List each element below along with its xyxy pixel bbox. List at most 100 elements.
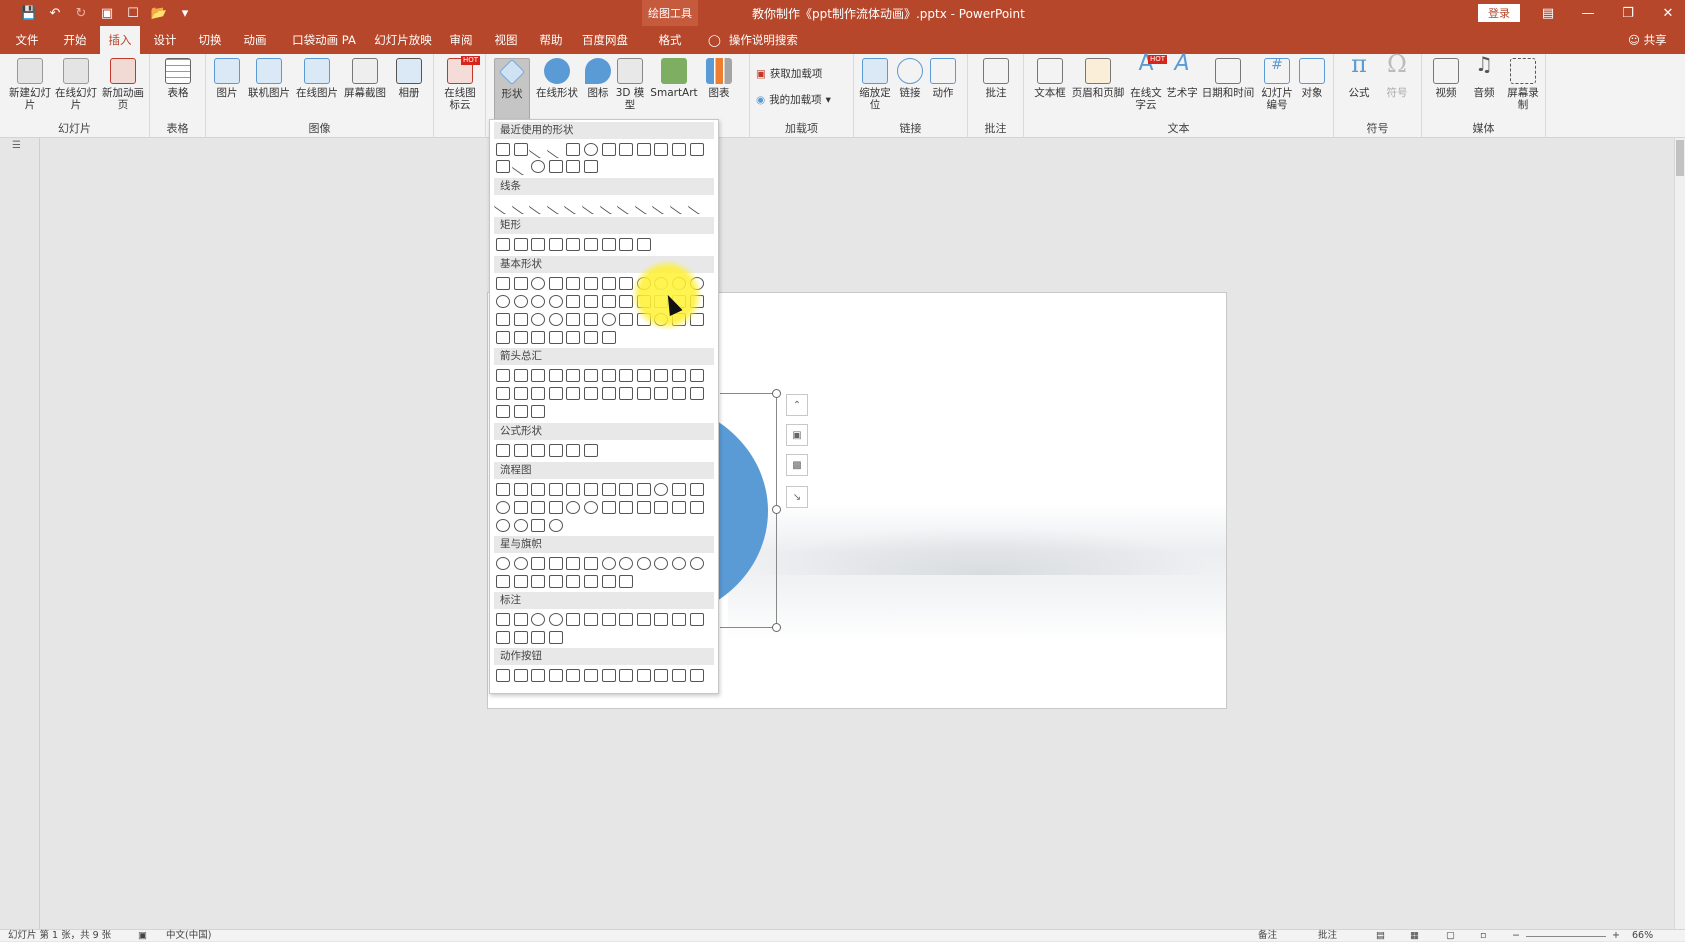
tab-file[interactable]: 文件 — [12, 26, 42, 54]
recent-shapes-row[interactable] — [496, 157, 598, 176]
new-icon[interactable]: ☐ — [122, 4, 144, 22]
online-slide-button[interactable]: 在线幻灯片 — [54, 58, 98, 111]
album-button[interactable]: 相册 — [394, 58, 424, 99]
link-button[interactable]: 链接 — [896, 58, 924, 99]
symbol-button[interactable]: Ω 符号 — [1380, 52, 1414, 99]
callouts-row[interactable] — [496, 631, 563, 644]
filter-options-icon[interactable]: ↘ — [786, 486, 808, 508]
my-addins-button[interactable]: ◉ 我的加载项 ▾ — [756, 92, 831, 107]
equation-button[interactable]: π 公式 — [1342, 52, 1376, 99]
tab-view[interactable]: 视图 — [489, 26, 523, 54]
save-icon[interactable]: 💾 — [18, 4, 40, 22]
zoom-slider[interactable] — [1526, 936, 1606, 937]
object-button[interactable]: 对象 — [1296, 58, 1328, 99]
flowchart-row[interactable] — [496, 519, 563, 532]
resize-handle[interactable] — [772, 623, 781, 632]
new-anim-page-button[interactable]: 新加动画页 — [100, 58, 146, 111]
datetime-button[interactable]: 日期和时间 — [1200, 58, 1256, 99]
audio-button[interactable]: ♫ 音频 — [1466, 54, 1502, 99]
new-slide-button[interactable]: 新建幻灯片 — [8, 58, 52, 111]
tab-pocket-animation[interactable]: 口袋动画 PA — [286, 26, 362, 54]
normal-view-icon[interactable]: ▤ — [1376, 930, 1385, 942]
share-button[interactable]: ☺ 共享 — [1628, 32, 1667, 48]
slideshow-view-icon[interactable]: ▫ — [1480, 930, 1486, 942]
vertical-scrollbar[interactable] — [1674, 138, 1685, 929]
resize-handle[interactable] — [772, 505, 781, 514]
textbox-button[interactable]: 文本框 — [1032, 58, 1068, 99]
callouts-row[interactable] — [496, 613, 704, 626]
equation-shapes-row[interactable] — [496, 444, 598, 457]
undo-icon[interactable]: ↶ — [44, 4, 66, 22]
icons-button[interactable]: 图标 — [584, 58, 612, 99]
zoom-level[interactable]: 66% — [1632, 930, 1653, 942]
recent-shapes-row[interactable] — [496, 140, 704, 159]
action-buttons-row[interactable] — [496, 669, 704, 682]
get-addins-button[interactable]: ▣ 获取加载项 — [756, 66, 822, 81]
customize-icon[interactable]: ▾ — [174, 4, 196, 22]
screen-record-button[interactable]: 屏幕录制 — [1504, 58, 1542, 111]
tab-help[interactable]: 帮助 — [534, 26, 568, 54]
notes-button[interactable]: 备注 — [1258, 930, 1277, 942]
zoom-button[interactable]: 缩放定位 — [856, 58, 894, 111]
shapes-button[interactable]: 形状 — [494, 58, 530, 124]
basic-shapes-row[interactable] — [496, 331, 616, 344]
tab-transitions[interactable]: 切换 — [193, 26, 227, 54]
tab-insert[interactable]: 插入 — [100, 26, 140, 54]
online-picture-button[interactable]: 联机图片 — [246, 58, 292, 99]
banners-row[interactable] — [496, 575, 634, 588]
tab-design[interactable]: 设计 — [148, 26, 182, 54]
online-icon-cloud-button[interactable]: HOT 在线图标云 — [440, 56, 480, 111]
tell-me-search[interactable]: ◯ 操作说明搜索 — [708, 32, 798, 48]
video-button[interactable]: 视频 — [1428, 58, 1464, 99]
zoom-out-icon[interactable]: − — [1512, 930, 1520, 942]
tab-slideshow[interactable]: 幻灯片放映 — [372, 26, 434, 54]
tab-format[interactable]: 格式 — [650, 26, 690, 54]
online-image-button[interactable]: 在线图片 — [294, 58, 340, 99]
style-options-icon[interactable]: ▣ — [786, 424, 808, 446]
online-shapes-button[interactable]: 在线形状 — [534, 58, 580, 99]
slide-number-button[interactable]: # 幻灯片编号 — [1258, 58, 1296, 111]
screenshot-button[interactable]: 屏幕截图 — [342, 58, 388, 99]
zoom-in-icon[interactable]: + — [1612, 930, 1620, 942]
start-presentation-icon[interactable]: ▣ — [96, 4, 118, 22]
header-footer-button[interactable]: 页眉和页脚 — [1070, 58, 1126, 99]
stars-row[interactable] — [496, 557, 704, 570]
minimize-icon[interactable]: — — [1568, 2, 1608, 24]
tab-review[interactable]: 审阅 — [444, 26, 478, 54]
table-button[interactable]: 表格 — [158, 58, 198, 99]
layout-options-icon[interactable]: ⌃ — [786, 394, 808, 416]
resize-handle[interactable] — [772, 389, 781, 398]
redo-icon[interactable]: ↻ — [70, 4, 92, 22]
wordart-button[interactable]: A 艺术字 — [1164, 53, 1200, 100]
tab-animations[interactable]: 动画 — [238, 26, 272, 54]
restore-icon[interactable]: ❐ — [1608, 2, 1648, 24]
ribbon-display-icon[interactable]: ▤ — [1528, 2, 1568, 24]
tab-home[interactable]: 开始 — [58, 26, 92, 54]
close-icon[interactable]: ✕ — [1648, 2, 1685, 24]
arrows-row[interactable] — [496, 405, 546, 418]
action-button[interactable]: 动作 — [928, 58, 958, 99]
login-button[interactable]: 登录 — [1478, 4, 1520, 22]
online-wordcloud-button[interactable]: A HOT 在线文字云 — [1128, 53, 1167, 111]
comment-button[interactable]: 批注 — [978, 58, 1014, 99]
open-icon[interactable]: 📂 — [148, 4, 170, 22]
model3d-button[interactable]: 3D 模型 — [614, 58, 646, 111]
arrows-row[interactable] — [496, 387, 704, 400]
collapse-icon[interactable]: ☰ — [12, 140, 21, 151]
picture-button[interactable]: 图片 — [212, 58, 242, 99]
smartart-button[interactable]: SmartArt — [648, 58, 700, 99]
flowchart-row[interactable] — [496, 501, 704, 514]
tab-baidu[interactable]: 百度网盘 — [580, 26, 630, 54]
rectangles-row[interactable] — [496, 238, 651, 251]
language-status[interactable]: 中文(中国) — [166, 930, 211, 942]
flowchart-row[interactable] — [496, 483, 704, 496]
chart-button[interactable]: 图表 — [702, 58, 736, 99]
arrows-row[interactable] — [496, 369, 704, 382]
spell-check-icon[interactable]: ▣ — [138, 930, 147, 942]
lines-row[interactable] — [493, 196, 706, 215]
reading-view-icon[interactable]: ▢ — [1446, 930, 1455, 942]
slide-sorter-icon[interactable]: ▦ — [1410, 930, 1419, 942]
scrollbar-thumb[interactable] — [1676, 140, 1684, 176]
comments-button[interactable]: 批注 — [1318, 930, 1337, 942]
slide-thumbnail-pane[interactable]: ☰ — [0, 138, 40, 929]
